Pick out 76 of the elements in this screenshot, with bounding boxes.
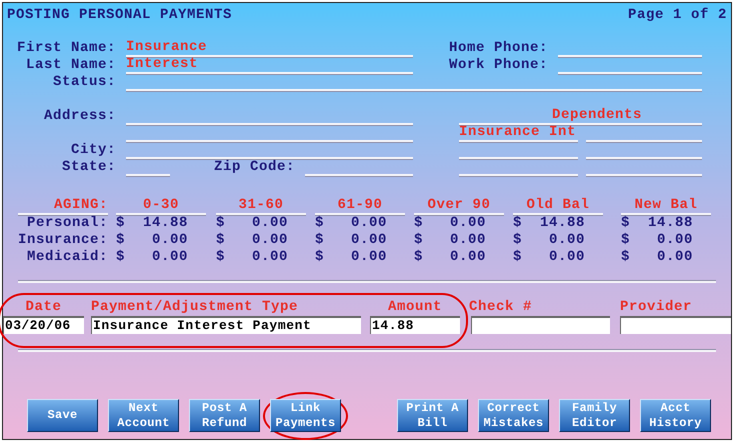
field-label: Last Name: bbox=[24, 57, 116, 74]
column-heading: 0-30 bbox=[116, 198, 206, 215]
field-label: First Name: bbox=[16, 40, 116, 57]
currency-sign: $ bbox=[315, 232, 324, 249]
row-label: Insurance: bbox=[16, 232, 108, 249]
amount-value: 0.00 bbox=[152, 249, 188, 266]
provider-field[interactable] bbox=[620, 316, 731, 334]
action-button[interactable]: Link Payments bbox=[270, 399, 341, 432]
field-label: City: bbox=[70, 142, 116, 159]
amount-field[interactable]: 14.88 bbox=[370, 316, 460, 334]
field-label: State: bbox=[60, 159, 116, 176]
field-label: Address: bbox=[42, 108, 116, 125]
currency-sign: $ bbox=[216, 232, 226, 249]
currency-sign: $ bbox=[414, 249, 424, 266]
amount-value: 0.00 bbox=[656, 249, 693, 266]
currency-sign: $ bbox=[216, 215, 226, 232]
amount-value: 0.00 bbox=[350, 249, 387, 266]
column-heading: Check # bbox=[469, 299, 534, 316]
date-field[interactable]: 03/20/06 bbox=[3, 316, 84, 334]
field-label: Work Phone: bbox=[448, 57, 548, 74]
amount-value: 0.00 bbox=[350, 215, 387, 232]
currency-sign: $ bbox=[116, 232, 126, 249]
page-indicator: Page 1 of 2 bbox=[628, 7, 727, 24]
currency-sign: $ bbox=[315, 215, 324, 232]
column-heading: Amount bbox=[386, 299, 443, 316]
currency-sign: $ bbox=[621, 249, 630, 266]
action-button[interactable]: Family Editor bbox=[559, 399, 630, 432]
field-label: Zip Code: bbox=[212, 159, 295, 176]
field-label: Status: bbox=[52, 74, 116, 91]
column-heading: Provider bbox=[620, 299, 694, 316]
currency-sign: $ bbox=[513, 215, 522, 232]
action-button[interactable]: Post A Refund bbox=[189, 399, 260, 432]
amount-value: 0.00 bbox=[656, 232, 693, 249]
column-heading: New Bal bbox=[621, 198, 711, 215]
amount-value: 0.00 bbox=[548, 249, 585, 266]
check-number-field[interactable] bbox=[471, 316, 610, 334]
amount-value: 0.00 bbox=[252, 249, 288, 266]
payment-type-field[interactable]: Insurance Interest Payment bbox=[91, 316, 361, 334]
action-button[interactable]: Next Account bbox=[108, 399, 179, 432]
screen-title: POSTING PERSONAL PAYMENTS bbox=[7, 7, 232, 24]
amount-value: 0.00 bbox=[252, 215, 288, 232]
amount-value: 0.00 bbox=[548, 232, 585, 249]
field-label: Home Phone: bbox=[448, 40, 548, 57]
amount-value: 14.88 bbox=[540, 215, 585, 232]
action-button[interactable]: Correct Mistakes bbox=[478, 399, 549, 432]
dependents-title: Dependents bbox=[552, 108, 642, 123]
amount-value: 14.88 bbox=[648, 215, 693, 232]
amount-value: 0.00 bbox=[450, 249, 486, 266]
amount-value: 0.00 bbox=[450, 215, 486, 232]
currency-sign: $ bbox=[621, 232, 630, 249]
column-heading: Date bbox=[24, 299, 62, 316]
amount-value: 0.00 bbox=[252, 232, 288, 249]
amount-value: 0.00 bbox=[152, 232, 188, 249]
currency-sign: $ bbox=[621, 215, 630, 232]
action-button[interactable]: Acct History bbox=[640, 399, 711, 432]
currency-sign: $ bbox=[216, 249, 226, 266]
action-button[interactable]: Print A Bill bbox=[397, 399, 468, 432]
column-heading: 31-60 bbox=[216, 198, 306, 215]
action-button[interactable]: Save bbox=[27, 399, 98, 432]
column-heading: Payment/Adjustment Type bbox=[91, 299, 300, 316]
amount-value: 0.00 bbox=[450, 232, 486, 249]
column-heading: Over 90 bbox=[414, 198, 504, 215]
currency-sign: $ bbox=[414, 232, 424, 249]
currency-sign: $ bbox=[414, 215, 424, 232]
row-label: Personal: bbox=[26, 215, 108, 232]
currency-sign: $ bbox=[513, 249, 522, 266]
currency-sign: $ bbox=[116, 215, 126, 232]
column-heading: 61-90 bbox=[315, 198, 405, 215]
column-heading: Old Bal bbox=[513, 198, 603, 215]
currency-sign: $ bbox=[513, 232, 522, 249]
currency-sign: $ bbox=[315, 249, 324, 266]
row-label: Medicaid: bbox=[26, 249, 108, 266]
currency-sign: $ bbox=[116, 249, 126, 266]
amount-value: 0.00 bbox=[350, 232, 387, 249]
column-heading: AGING: bbox=[18, 198, 108, 215]
amount-value: 14.88 bbox=[142, 215, 188, 232]
